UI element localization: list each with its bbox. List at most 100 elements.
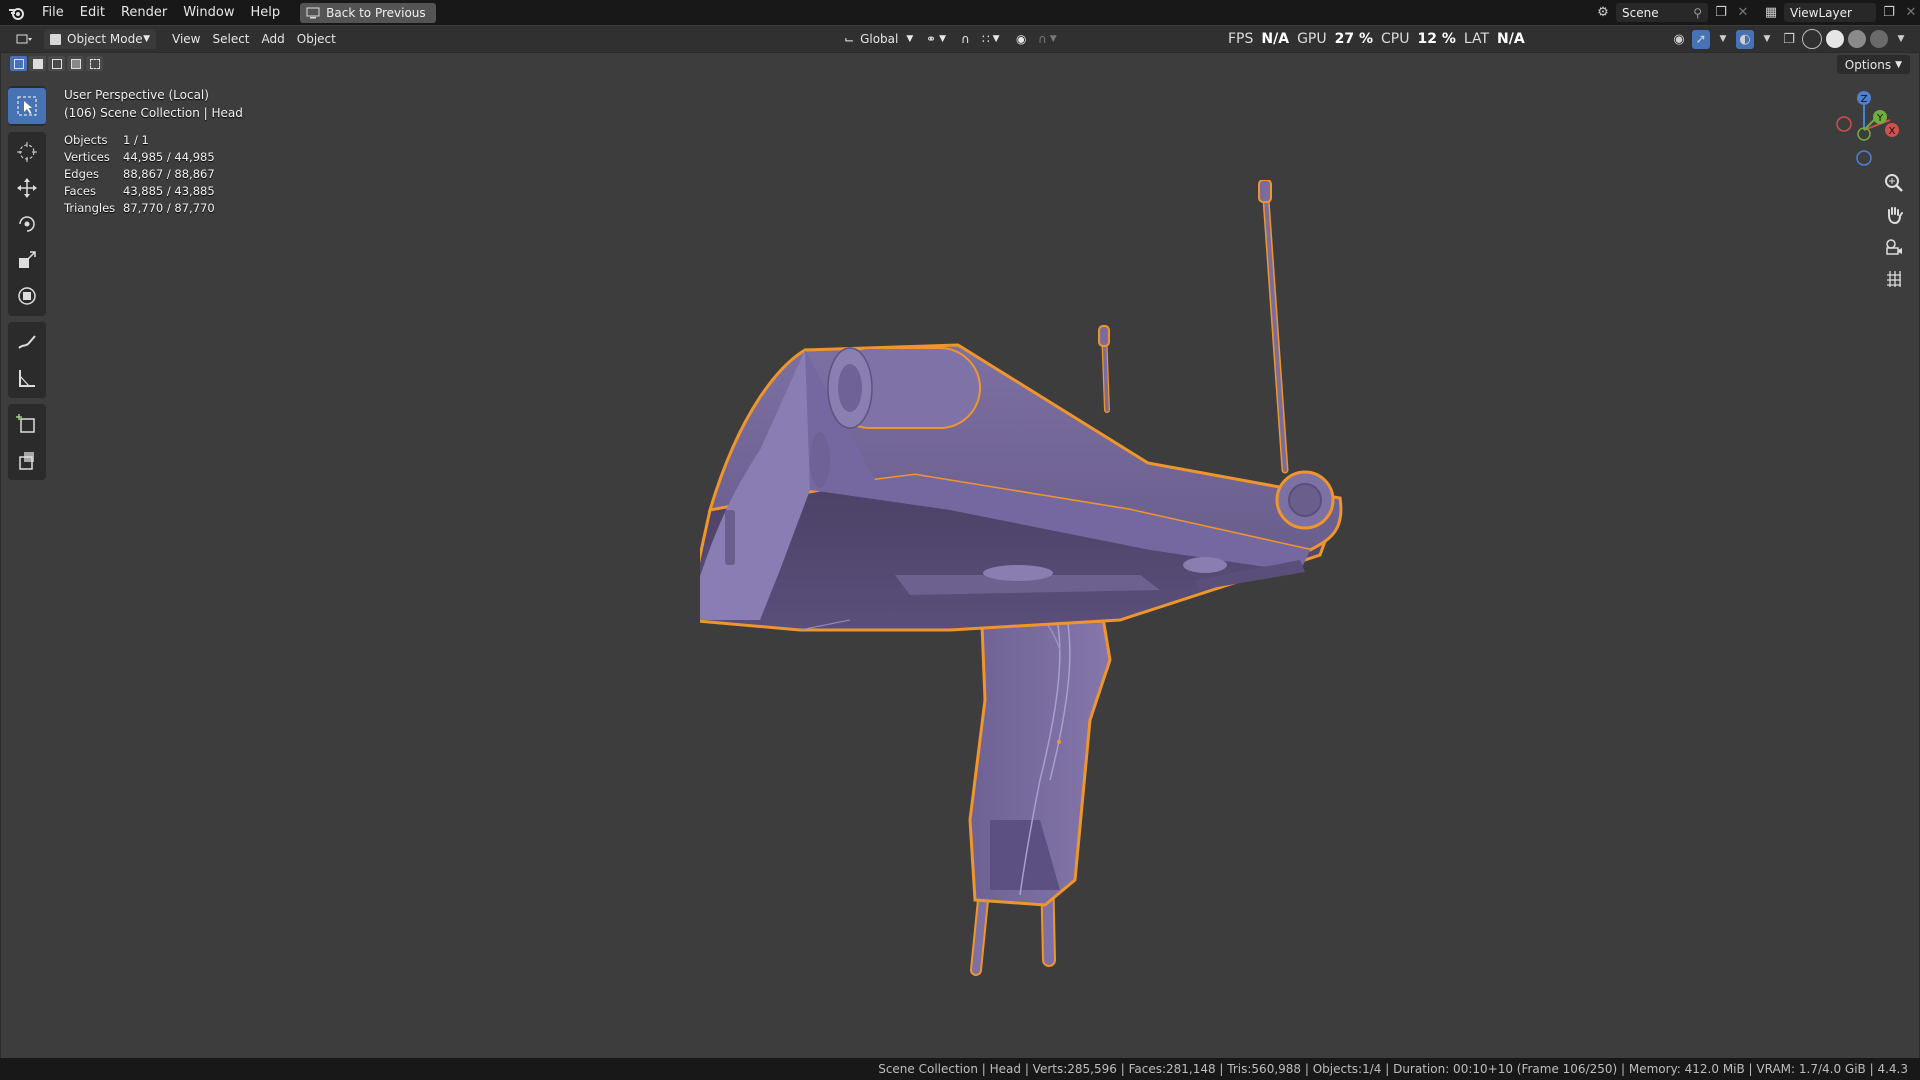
proportional-icon: ◉: [1016, 32, 1027, 46]
close-view-layer-icon[interactable]: ✕: [1902, 3, 1920, 22]
grid-icon: [1887, 271, 1901, 287]
mode-dropdown[interactable]: Object Mode ▼: [44, 29, 156, 49]
options-dropdown[interactable]: Options ▼: [1836, 55, 1910, 74]
select-box-tool[interactable]: [8, 88, 46, 124]
solid-shading-icon[interactable]: [1826, 30, 1844, 48]
transform-tool[interactable]: [8, 278, 46, 314]
tool-group-add: [8, 404, 46, 480]
editor-type-icon: [16, 34, 32, 44]
stat-value: 44,985 / 44,985: [123, 150, 215, 164]
back-to-previous-button[interactable]: Back to Previous: [300, 2, 436, 23]
move-tool[interactable]: [8, 170, 46, 206]
camera-view-button[interactable]: [1880, 234, 1908, 260]
menu-edit[interactable]: Edit: [72, 0, 113, 25]
snap-toggle[interactable]: ∩: [955, 29, 976, 49]
viewport-3d-model[interactable]: [700, 180, 1360, 980]
select-new-icon[interactable]: [10, 56, 27, 71]
cpu-label: CPU: [1381, 31, 1410, 47]
new-view-layer-icon[interactable]: ❐: [1880, 3, 1898, 22]
camera-icon: [1886, 239, 1902, 255]
chevron-down-icon: ▼: [1049, 34, 1057, 44]
cursor-tool[interactable]: [8, 134, 46, 170]
pin-icon[interactable]: ⚲: [1693, 6, 1702, 20]
viewport-right-controls: ◉ ➚ ▼ ◐ ▼ ❐ ▼: [1670, 29, 1910, 49]
material-shading-icon[interactable]: [1848, 30, 1866, 48]
chevron-down-icon[interactable]: ▼: [1758, 30, 1776, 49]
wireframe-shading-icon[interactable]: [1802, 29, 1822, 49]
scene-icon[interactable]: ⚙: [1594, 3, 1612, 22]
visibility-icon[interactable]: ◉: [1670, 30, 1688, 49]
stat-label: Faces: [64, 184, 96, 198]
extrude-icon: [19, 452, 34, 470]
chevron-down-icon: ▼: [939, 34, 946, 44]
chevron-down-icon: ▼: [992, 34, 1000, 44]
menu-render[interactable]: Render: [113, 0, 175, 25]
menu-file[interactable]: File: [34, 0, 72, 25]
gizmo-neg-x-handle[interactable]: [1836, 116, 1852, 132]
menu-window[interactable]: Window: [175, 0, 242, 25]
proportional-edit-toggle[interactable]: ◉: [1010, 29, 1032, 49]
gizmo-toggle-icon[interactable]: ➚: [1692, 29, 1710, 49]
overlay-toggle-icon[interactable]: ◐: [1736, 29, 1754, 49]
scale-tool[interactable]: [8, 242, 46, 278]
rendered-shading-icon[interactable]: [1870, 30, 1888, 48]
menu-view[interactable]: View: [166, 29, 206, 49]
zoom-icon: [1885, 174, 1903, 192]
perspective-label: User Perspective (Local): [64, 88, 209, 102]
gizmo-neg-z-handle[interactable]: [1856, 150, 1872, 166]
stat-label: Edges: [64, 167, 99, 181]
annotate-tool[interactable]: [8, 324, 46, 360]
cpu-value: 12 %: [1417, 31, 1456, 47]
status-bar: Scene Collection | Head | Verts:285,596 …: [0, 1058, 1920, 1080]
cursor-icon: [17, 142, 37, 162]
navigation-gizmo[interactable]: Z X Y: [1828, 86, 1908, 166]
snap-grid-icon: ∷: [982, 32, 990, 46]
select-extend-icon[interactable]: [29, 56, 46, 71]
select-invert-icon[interactable]: [67, 56, 84, 71]
screen-icon: [306, 7, 320, 18]
menu-object[interactable]: Object: [291, 29, 342, 49]
select-intersect-icon[interactable]: [86, 56, 103, 71]
menu-help[interactable]: Help: [243, 0, 289, 25]
rotate-tool[interactable]: [8, 206, 46, 242]
back-to-previous-label: Back to Previous: [326, 5, 426, 20]
view-layer-icon[interactable]: ▦: [1762, 3, 1780, 22]
view-layer-field[interactable]: ViewLayer: [1784, 3, 1876, 22]
pivot-dropdown[interactable]: ⚭ ▼: [920, 29, 952, 49]
snap-target-dropdown[interactable]: ∷ ▼: [976, 29, 1006, 49]
blender-logo[interactable]: [0, 5, 34, 21]
collection-label: (106) Scene Collection | Head: [64, 106, 243, 120]
close-scene-icon[interactable]: ✕: [1734, 3, 1752, 22]
ortho-toggle-button[interactable]: [1880, 266, 1908, 292]
new-scene-icon[interactable]: ❐: [1712, 3, 1730, 22]
chevron-down-icon: ▼: [143, 34, 150, 44]
pan-button[interactable]: [1880, 202, 1908, 228]
xray-icon[interactable]: ❐: [1780, 30, 1798, 49]
chevron-down-icon[interactable]: ▼: [1714, 30, 1732, 49]
chevron-down-icon[interactable]: ▼: [1892, 30, 1910, 49]
falloff-dropdown[interactable]: ∩ ▼: [1032, 29, 1063, 49]
orientation-dropdown[interactable]: ⌙ Global ▼: [838, 29, 919, 49]
stat-label: Triangles: [64, 201, 116, 215]
zoom-button[interactable]: [1880, 170, 1908, 196]
stat-value: 1 / 1: [123, 133, 149, 147]
stat-value: 43,885 / 43,885: [123, 184, 215, 198]
head-object[interactable]: [700, 180, 1343, 976]
options-label: Options: [1844, 57, 1892, 72]
lat-label: LAT: [1463, 31, 1490, 47]
orientation-label: Global: [860, 32, 899, 46]
transform-icon: [18, 287, 36, 305]
tool-group-annotate: [8, 322, 46, 398]
add-cube-icon: [16, 414, 35, 433]
measure-tool[interactable]: [8, 360, 46, 396]
menu-select[interactable]: Select: [206, 29, 255, 49]
extrude-tool[interactable]: [8, 442, 46, 478]
stat-value: 88,867 / 88,867: [123, 167, 215, 181]
select-subtract-icon[interactable]: [48, 56, 65, 71]
editor-type-button[interactable]: [10, 29, 40, 49]
scene-name-field[interactable]: Scene ⚲: [1616, 3, 1708, 22]
add-cube-tool[interactable]: [8, 406, 46, 442]
menu-add[interactable]: Add: [256, 29, 291, 49]
viewport-info-overlay: User Perspective (Local) (106) Scene Col…: [64, 86, 243, 217]
stat-label: Objects: [64, 133, 108, 147]
